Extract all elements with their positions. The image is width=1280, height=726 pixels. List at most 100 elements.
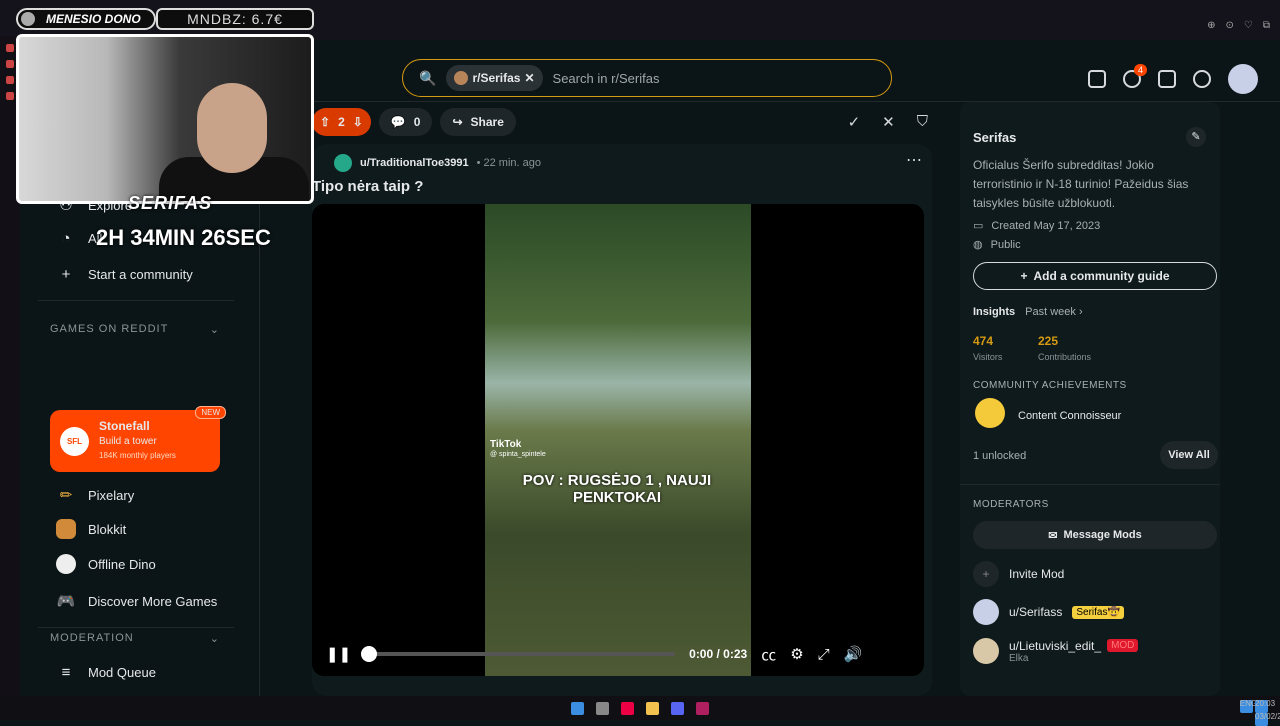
new-badge: NEW	[195, 406, 226, 419]
sidebar-app-icon[interactable]	[6, 76, 14, 84]
volume-icon[interactable]: 🔊	[844, 645, 863, 663]
pencil-icon: ✏	[59, 487, 73, 504]
vote-count: 2	[338, 115, 345, 129]
share-icon: ↪	[452, 115, 463, 129]
moderator-row[interactable]: u/Lietuviski_edit_ MOD Elka	[973, 638, 1139, 664]
achievement-label: Content Connoisseur	[1018, 410, 1122, 422]
created-date: ▭ Created May 17, 2023	[973, 219, 1101, 233]
video-frame	[485, 204, 751, 676]
chevron-down-icon: ⌄	[209, 324, 220, 336]
nav-start-community[interactable]: + Start a community	[56, 266, 193, 283]
visitors-label: Visitors	[973, 352, 1003, 362]
fullscreen-icon[interactable]: ⤢	[818, 646, 830, 663]
game-players: 184K monthly players	[99, 451, 176, 460]
approve-icon[interactable]: ✓	[848, 113, 861, 131]
add-community-guide-button[interactable]: + Add a community guide	[973, 262, 1217, 290]
chevron-down-icon: ⌄	[209, 633, 220, 645]
comments-button[interactable]: 💬 0	[378, 108, 433, 136]
browser-icon[interactable]	[621, 701, 634, 715]
globe-icon: ◍	[973, 239, 983, 251]
downvote-icon[interactable]: ⇩	[353, 115, 363, 129]
notification-bell-icon[interactable]	[1193, 70, 1211, 88]
captions-icon[interactable]: ㏄	[761, 644, 776, 665]
seek-bar[interactable]	[361, 646, 676, 662]
stonefall-game-card[interactable]: SFL Stonefall Build a tower 184K monthly…	[50, 406, 226, 472]
author-name[interactable]: u/TraditionalToe3991	[360, 157, 469, 169]
shield-icon[interactable]: ⛉	[917, 113, 928, 131]
gamepad-icon: 🎮	[56, 593, 76, 610]
visibility: ◍ Public	[973, 238, 1021, 252]
chat-icon[interactable]: 4	[1123, 64, 1147, 88]
game-pixelary[interactable]: ✏ Pixelary	[56, 486, 135, 504]
translate-icon[interactable]: ⊙	[1226, 20, 1234, 31]
folder-icon[interactable]	[646, 701, 659, 715]
taskview-icon[interactable]	[596, 701, 609, 715]
post-card[interactable]: u/TraditionalToe3991 • 22 min. ago ⋯ Tip…	[312, 144, 932, 696]
settings-icon[interactable]: ⚙	[790, 645, 803, 663]
message-mods-button[interactable]: ✉ Message Mods	[973, 521, 1217, 549]
search-input[interactable]: Search in r/Serifas	[553, 71, 660, 86]
extensions-icon[interactable]: ⧉	[1263, 20, 1270, 31]
sidebar-app-icon[interactable]	[6, 44, 14, 52]
discover-more-games[interactable]: 🎮 Discover More Games	[56, 592, 218, 610]
share-button[interactable]: ↪ Share	[440, 108, 516, 136]
favorite-icon[interactable]: ♡	[1244, 20, 1253, 31]
streamer-face	[197, 83, 267, 173]
post-feed: ⇧ 2 ⇩ 💬 0 ↪ Share ✓ ✕ ⛉ u/TraditionalToe39…	[312, 102, 932, 696]
streamer-name: SERIFAS	[128, 193, 213, 213]
create-post-icon[interactable]	[1158, 70, 1176, 88]
moderation-section-header[interactable]: MODERATION ⌄	[50, 632, 220, 645]
invite-mod-button[interactable]: + Invite Mod	[973, 561, 1064, 587]
video-player[interactable]: TikTok @ spinta_spintele POV : RUGSĖJO 1…	[312, 204, 924, 676]
nav-mod-queue[interactable]: ≡ Mod Queue	[56, 664, 156, 681]
view-all-button[interactable]: View All	[1160, 441, 1218, 469]
mod-flair: MOD	[1107, 639, 1139, 652]
seek-knob[interactable]	[361, 646, 378, 662]
vote-control[interactable]: ⇧ 2 ⇩	[312, 108, 371, 136]
close-icon[interactable]: ✕	[524, 71, 534, 85]
sidebar-app-icon[interactable]	[6, 92, 14, 100]
post-title[interactable]: Tipo nėra taip ?	[312, 178, 423, 195]
chat-badge: 4	[1133, 64, 1147, 76]
upvote-icon[interactable]: ⇧	[320, 115, 330, 129]
author-avatar[interactable]	[334, 154, 352, 172]
achievements-title: COMMUNITY ACHIEVEMENTS	[973, 380, 1127, 391]
plus-icon: +	[61, 266, 71, 283]
browser-toolbar-icons: ⊕ ⊙ ♡ ⧉	[1207, 20, 1270, 31]
remove-icon[interactable]: ✕	[882, 113, 895, 131]
insights-header[interactable]: Insights Past week ›	[973, 306, 1083, 318]
search-bar[interactable]: 🔍 r/Serifas ✕ Search in r/Serifas	[402, 59, 892, 97]
games-section-header[interactable]: GAMES ON REDDIT ⌄	[50, 323, 220, 336]
community-title: Serifas	[973, 130, 1017, 145]
stonefall-logo: SFL	[60, 427, 89, 456]
ads-icon[interactable]	[1088, 70, 1106, 88]
moderator-row[interactable]: u/Serifass Serifas🤠	[973, 599, 1124, 625]
mndbz-counter: MNDBZ: 6.7€	[156, 8, 314, 30]
prev-post-actions: ⇧ 2 ⇩ 💬 0 ↪ Share ✓ ✕ ⛉	[312, 107, 932, 137]
subreddit-chip[interactable]: r/Serifas ✕	[446, 65, 543, 91]
more-options-icon[interactable]: ⋯	[906, 150, 922, 170]
edit-icon[interactable]: ✎	[1186, 127, 1206, 147]
moderators-title: MODERATORS	[973, 499, 1049, 510]
discord-icon[interactable]	[671, 701, 684, 715]
game-title: Stonefall	[99, 419, 150, 433]
windows-start-icon[interactable]	[571, 701, 584, 715]
blokkit-icon	[56, 519, 76, 539]
stream-timer: 2H 34MIN 26SEC	[96, 225, 271, 250]
pause-icon[interactable]: ❚❚	[326, 645, 351, 663]
user-avatar[interactable]	[1228, 64, 1258, 94]
zoom-icon[interactable]: ⊕	[1207, 20, 1215, 31]
post-author: u/TraditionalToe3991 • 22 min. ago	[334, 154, 541, 172]
game-offline-dino[interactable]: Offline Dino	[56, 554, 156, 574]
language-indicator[interactable]: ENG	[1239, 700, 1257, 713]
game-subtitle: Build a tower	[99, 436, 157, 447]
game-blokkit[interactable]: Blokkit	[56, 519, 126, 539]
queue-icon: ≡	[61, 664, 71, 681]
app-icon[interactable]	[696, 701, 709, 715]
coin-icon	[21, 12, 35, 26]
plus-icon: +	[1020, 269, 1028, 283]
mod-avatar	[973, 599, 999, 625]
tiktok-user: @ spinta_spintele	[490, 451, 546, 458]
sidebar-app-icon[interactable]	[6, 60, 14, 68]
contributions-value: 225	[1038, 334, 1059, 348]
